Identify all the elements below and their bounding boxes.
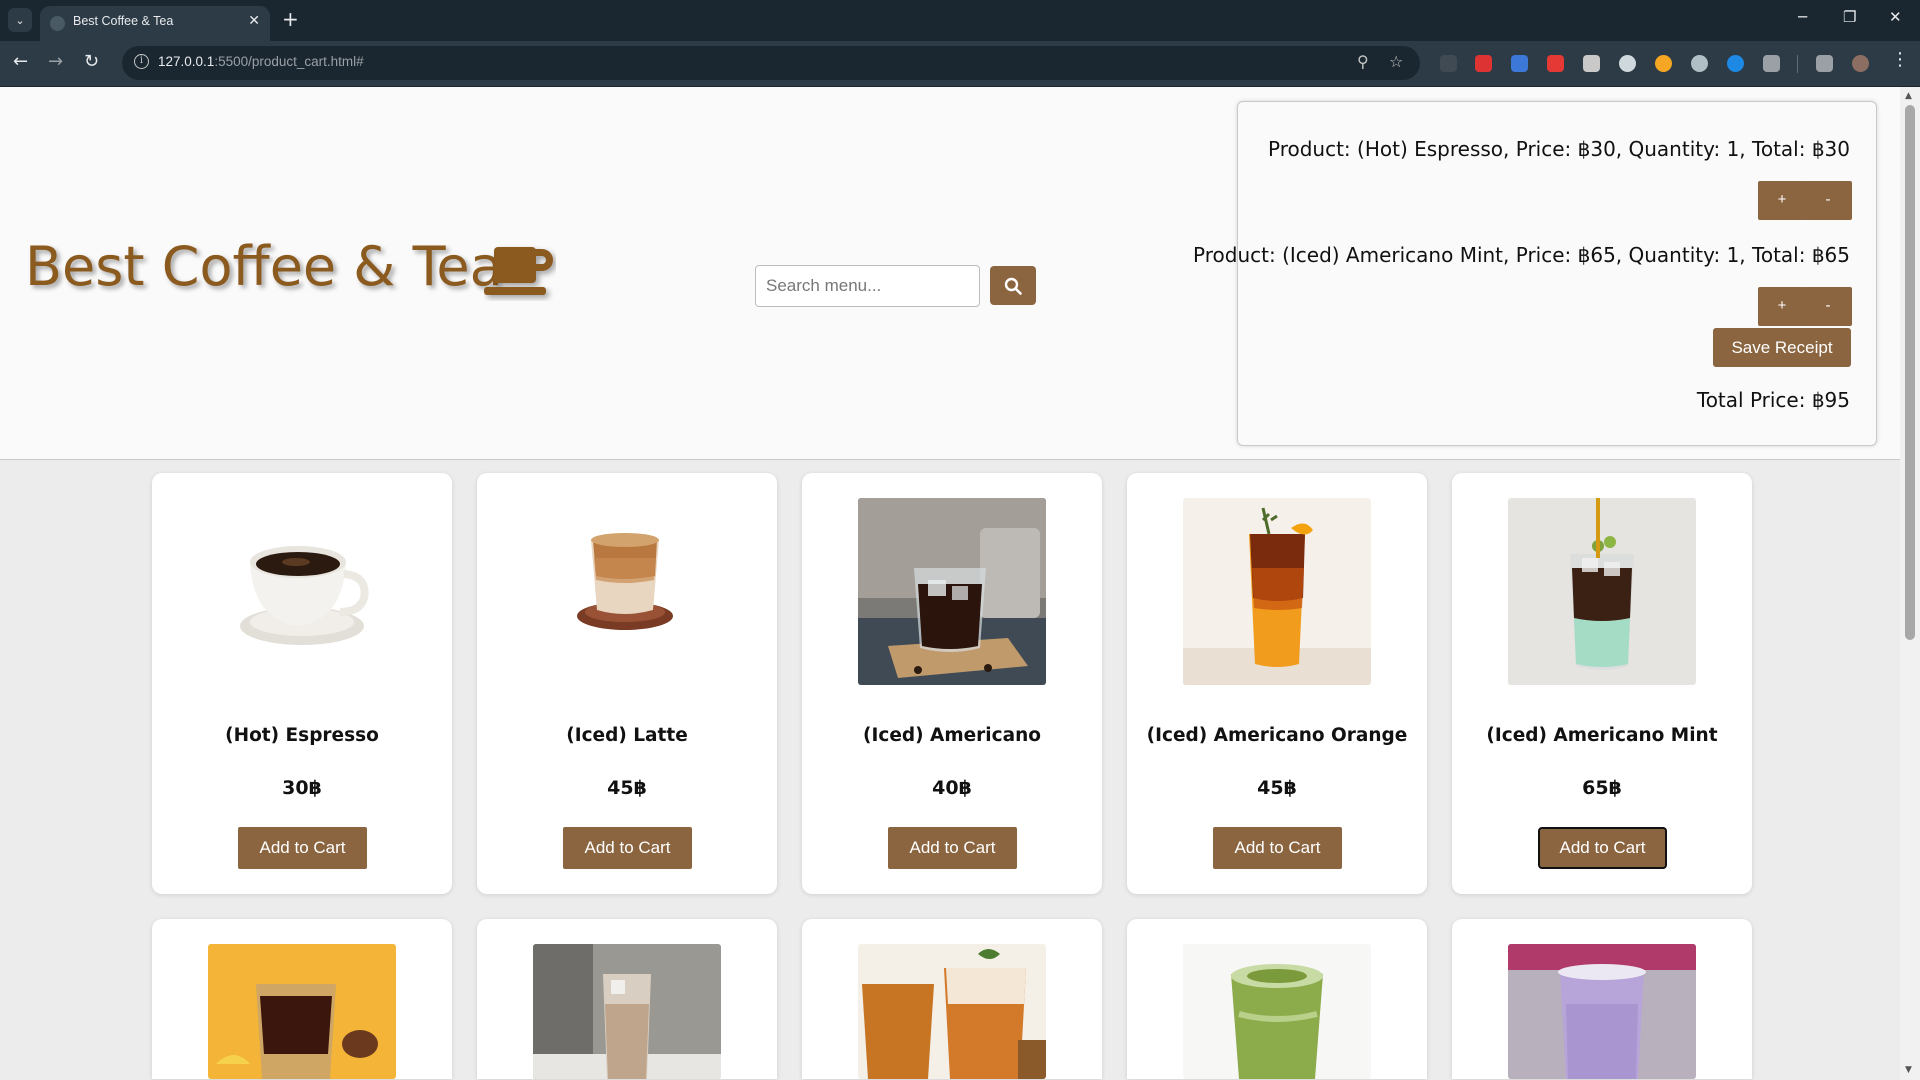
product-image: [858, 498, 1046, 685]
browser-toolbar: ← → ↻ i 127.0.0.1:5500/product_cart.html…: [0, 41, 1920, 86]
product-image: [1183, 944, 1371, 1079]
new-tab-button[interactable]: +: [282, 7, 299, 31]
product-image: [208, 498, 396, 685]
product-name: (Iced) Americano Orange: [1146, 725, 1408, 746]
product-card: (Iced) Americano 40฿ Add to Cart: [802, 473, 1102, 894]
save-receipt-button[interactable]: Save Receipt: [1713, 328, 1851, 367]
close-tab-icon[interactable]: ✕: [248, 13, 260, 29]
add-to-cart-button[interactable]: Add to Cart: [1538, 827, 1667, 869]
product-price: 45฿: [607, 777, 647, 799]
product-price: 65฿: [1582, 777, 1622, 799]
screen-extension-icon[interactable]: [1583, 55, 1600, 72]
tab-title: Best Coffee & Tea: [73, 14, 174, 28]
record-extension-icon[interactable]: [1691, 55, 1708, 72]
bookmark-star-icon[interactable]: ☆: [1389, 52, 1403, 71]
scroll-up-arrow-icon[interactable]: ▲: [1905, 91, 1912, 101]
increase-quantity-button[interactable]: +: [1758, 181, 1806, 220]
product-image: [858, 944, 1046, 1079]
edge-extension-icon[interactable]: [1727, 55, 1744, 72]
product-name: (Iced) Americano: [863, 725, 1041, 746]
gear-extension-icon[interactable]: [1619, 55, 1636, 72]
tab-search-menu-button[interactable]: ⌄: [8, 8, 32, 32]
product-card: [1127, 919, 1427, 1079]
product-card: (Iced) Latte 45฿ Add to Cart: [477, 473, 777, 894]
product-price: 40฿: [932, 777, 972, 799]
search-input[interactable]: [755, 265, 980, 307]
increase-quantity-button[interactable]: +: [1758, 287, 1806, 326]
toolbar-divider: [1797, 55, 1798, 73]
page-scrollbar[interactable]: ▲ ▼: [1900, 87, 1920, 1080]
zoom-icon[interactable]: ⚲: [1357, 52, 1369, 71]
product-name: (Hot) Espresso: [225, 725, 379, 746]
browser-tab-bar: ⌄ Best Coffee & Tea ✕ + ─ ❐ ✕: [0, 0, 1920, 41]
globe-icon: [50, 16, 65, 31]
product-card: (Iced) Americano Mint 65฿ Add to Cart: [1452, 473, 1752, 894]
product-card: (Hot) Espresso 30฿ Add to Cart: [152, 473, 452, 894]
coffee-cup-icon: [484, 247, 553, 295]
product-image: [208, 944, 396, 1079]
profile-avatar[interactable]: [1852, 55, 1869, 72]
decrease-quantity-button[interactable]: -: [1804, 181, 1852, 220]
product-name: (Iced) Latte: [566, 725, 688, 746]
product-card: (Iced) Americano Orange 45฿ Add to Cart: [1127, 473, 1427, 894]
more-menu-icon[interactable]: ⋮: [1891, 49, 1909, 70]
site-header: Best Coffee & Tea Product: (Hot) Espress…: [0, 87, 1900, 460]
cart-total: Total Price: ฿95: [1696, 388, 1850, 412]
product-price: 30฿: [282, 777, 322, 799]
product-image: [1508, 498, 1696, 685]
translate-extension-icon[interactable]: [1511, 55, 1528, 72]
add-to-cart-button[interactable]: Add to Cart: [238, 827, 367, 869]
cart-item-line: Product: (Hot) Espresso, Price: ฿30, Qua…: [1267, 137, 1850, 161]
site-info-icon[interactable]: i: [134, 54, 149, 69]
reload-icon[interactable]: ↻: [84, 51, 99, 72]
url-text[interactable]: 127.0.0.1:5500/product_cart.html#: [158, 54, 364, 69]
cart-item-line: Product: (Iced) Americano Mint, Price: ฿…: [1193, 243, 1850, 267]
close-window-icon[interactable]: ✕: [1889, 8, 1902, 26]
product-card: [802, 919, 1102, 1079]
brand-title: Best Coffee & Tea: [25, 235, 503, 298]
product-price: 45฿: [1257, 777, 1297, 799]
browser-tab[interactable]: Best Coffee & Tea ✕: [40, 6, 270, 41]
forward-arrow-icon[interactable]: →: [48, 51, 63, 72]
add-to-cart-button[interactable]: Add to Cart: [563, 827, 692, 869]
decrease-quantity-button[interactable]: -: [1804, 287, 1852, 326]
cart-panel: Product: (Hot) Espresso, Price: ฿30, Qua…: [1193, 101, 1877, 446]
back-arrow-icon[interactable]: ←: [13, 51, 28, 72]
restore-icon[interactable]: ❐: [1843, 8, 1856, 26]
add-to-cart-button[interactable]: Add to Cart: [1213, 827, 1342, 869]
minimize-icon[interactable]: ─: [1798, 8, 1807, 26]
scrollbar-thumb[interactable]: [1905, 105, 1915, 640]
product-image: [533, 944, 721, 1079]
extension-icon[interactable]: [1655, 55, 1672, 72]
product-card: [152, 919, 452, 1079]
search-button[interactable]: [990, 266, 1036, 305]
product-image: [533, 498, 721, 685]
search-icon: [1004, 277, 1022, 295]
product-card: [477, 919, 777, 1079]
product-image: [1508, 944, 1696, 1079]
scroll-down-arrow-icon[interactable]: ▼: [1905, 1065, 1912, 1075]
product-image: [1183, 498, 1371, 685]
extension-icon[interactable]: [1475, 55, 1492, 72]
add-to-cart-button[interactable]: Add to Cart: [888, 827, 1017, 869]
media-control-icon[interactable]: [1816, 55, 1833, 72]
address-bar[interactable]: i 127.0.0.1:5500/product_cart.html# ⚲ ☆: [122, 46, 1420, 80]
extension-icon[interactable]: [1440, 55, 1457, 72]
puzzle-extensions-icon[interactable]: [1763, 55, 1780, 72]
video-extension-icon[interactable]: [1547, 55, 1564, 72]
product-card: [1452, 919, 1752, 1079]
product-name: (Iced) Americano Mint: [1486, 725, 1718, 746]
